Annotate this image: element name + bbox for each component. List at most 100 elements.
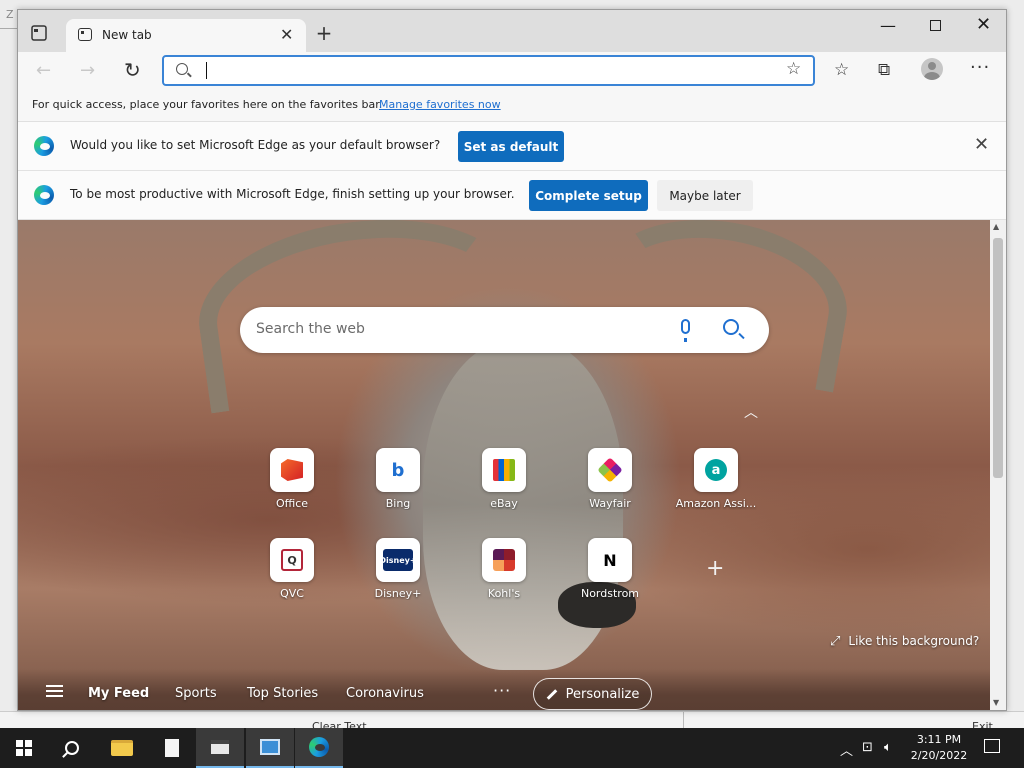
web-search-box[interactable]: Search the web [240, 307, 769, 353]
chevron-up-icon[interactable]: ︿ [744, 402, 758, 422]
profile-avatar-icon[interactable] [921, 58, 943, 80]
setup-message: To be most productive with Microsoft Edg… [70, 187, 515, 201]
maximize-icon[interactable] [930, 20, 941, 31]
scroll-thumb[interactable] [993, 238, 1003, 478]
personalize-label: Personalize [565, 686, 640, 702]
quick-link-label: QVC [280, 587, 304, 600]
quick-link-bing[interactable]: b Bing [353, 448, 443, 510]
bing-icon: b [391, 459, 405, 481]
clock-date: 2/20/2022 [910, 749, 968, 762]
edge-icon [309, 737, 329, 757]
refresh-icon[interactable]: ↻ [124, 58, 141, 82]
manage-favorites-link[interactable]: Manage favorites now [379, 98, 501, 111]
hamburger-menu-icon[interactable] [46, 685, 63, 697]
search-icon[interactable] [723, 319, 739, 335]
quick-link-label: Amazon Assi... [675, 497, 757, 510]
tab-title: New tab [102, 28, 152, 42]
taskbar: ︿ ⊡ 🔈︎ 3:11 PM 2/20/2022 [0, 728, 1024, 768]
window-close-icon[interactable]: ✕ [976, 14, 991, 35]
folder-icon [111, 740, 133, 756]
quick-link-label: Disney+ [374, 587, 422, 600]
taskbar-edge[interactable] [295, 728, 343, 768]
scroll-down-icon[interactable]: ▼ [993, 698, 999, 707]
taskbar-clock[interactable]: 3:11 PM 2/20/2022 [906, 732, 972, 764]
start-button[interactable] [0, 728, 48, 768]
notifications-icon[interactable] [984, 739, 1000, 753]
window-app-icon [211, 740, 229, 754]
tab-new-tab[interactable]: New tab ✕ [66, 19, 306, 52]
favorites-bar-message: For quick access, place your favorites h… [32, 98, 383, 111]
quick-link-kohls[interactable]: Kohl's [459, 538, 549, 600]
quick-link-wayfair[interactable]: Wayfair [565, 448, 655, 510]
new-tab-icon [78, 28, 92, 41]
microphone-icon[interactable] [681, 319, 690, 342]
complete-setup-button[interactable]: Complete setup [529, 180, 648, 211]
quick-link-ebay[interactable]: eBay [459, 448, 549, 510]
quick-link-office[interactable]: Office [247, 448, 337, 510]
default-browser-infobar: Would you like to set Microsoft Edge as … [18, 122, 1006, 171]
set-as-default-button[interactable]: Set as default [458, 131, 564, 162]
feed-tab-sports[interactable]: Sports [175, 686, 217, 701]
text-caret [206, 62, 207, 79]
quick-link-nordstrom[interactable]: N Nordstrom [565, 538, 655, 600]
wayfair-icon [597, 457, 623, 483]
favorites-icon[interactable]: ☆ [834, 60, 849, 80]
add-quick-link-icon[interactable]: + [706, 556, 724, 581]
taskbar-file-explorer[interactable] [98, 728, 146, 768]
infobar-close-icon[interactable]: ✕ [974, 134, 989, 155]
like-background-link[interactable]: ⤢ Like this background? [830, 634, 979, 649]
desktop-corner-text: Z [6, 8, 14, 21]
page-scrollbar[interactable]: ▲ ▼ [990, 220, 1006, 710]
scroll-up-icon[interactable]: ▲ [993, 222, 999, 231]
amazon-icon: a [705, 459, 727, 481]
search-placeholder: Search the web [256, 321, 365, 337]
edge-browser-window: New tab ✕ + — ✕ ← → ↻ ☆ ☆ ⧉ ··· For quic… [17, 9, 1007, 711]
forward-arrow-icon[interactable]: → [80, 60, 95, 81]
quick-link-label: eBay [490, 497, 518, 510]
address-bar[interactable]: ☆ [162, 55, 815, 86]
favorites-bar: For quick access, place your favorites h… [18, 90, 1006, 122]
quick-link-amazon[interactable]: a Amazon Assi... [671, 448, 761, 510]
chevron-up-icon[interactable]: ︿ [840, 740, 853, 759]
network-icon[interactable]: ⊡ [862, 740, 873, 755]
toolbar: ← → ↻ ☆ ☆ ⧉ ··· [18, 52, 1006, 90]
clock-time: 3:11 PM [916, 733, 962, 746]
feed-tab-my-feed[interactable]: My Feed [88, 686, 149, 701]
taskbar-app-window[interactable] [196, 728, 244, 768]
tab-close-icon[interactable]: ✕ [280, 25, 293, 44]
taskbar-search-button[interactable] [48, 728, 96, 768]
quick-link-disney[interactable]: Disney+ Disney+ [353, 538, 443, 600]
pencil-icon [546, 688, 557, 700]
feed-tab-top-stories[interactable]: Top Stories [247, 686, 318, 701]
collections-icon[interactable]: ⧉ [878, 60, 890, 80]
tab-actions-icon[interactable] [30, 24, 54, 44]
disney-icon: Disney+ [379, 549, 417, 571]
maybe-later-button[interactable]: Maybe later [657, 180, 753, 211]
qvc-icon: Q [281, 549, 303, 571]
expand-icon: ⤢ [830, 634, 841, 649]
taskbar-document[interactable] [148, 728, 196, 768]
taskbar-control-panel[interactable] [246, 728, 294, 768]
control-panel-icon [260, 739, 280, 755]
back-arrow-icon[interactable]: ← [36, 60, 51, 81]
minimize-icon[interactable]: — [880, 16, 896, 35]
quick-link-qvc[interactable]: Q QVC [247, 538, 337, 600]
kohls-icon [493, 549, 515, 571]
title-bar: New tab ✕ + — ✕ [18, 10, 1006, 52]
quick-link-label: Wayfair [589, 497, 631, 510]
personalize-button[interactable]: Personalize [533, 678, 652, 710]
feed-more-icon[interactable]: ··· [493, 681, 511, 700]
windows-logo-icon [16, 740, 32, 756]
more-menu-icon[interactable]: ··· [970, 57, 990, 78]
ebay-icon [493, 459, 515, 481]
add-favorite-icon[interactable]: ☆ [786, 59, 801, 79]
feed-bar: My Feed Sports Top Stories Coronavirus ·… [18, 669, 990, 710]
nordstrom-icon: N [599, 549, 621, 571]
volume-icon[interactable]: 🔈︎ [884, 740, 892, 755]
edge-logo-icon [34, 136, 54, 156]
edge-logo-icon [34, 185, 54, 205]
feed-tab-coronavirus[interactable]: Coronavirus [346, 686, 424, 701]
address-search-icon [176, 63, 188, 75]
new-tab-button[interactable]: + [312, 21, 336, 45]
office-icon [281, 459, 303, 481]
